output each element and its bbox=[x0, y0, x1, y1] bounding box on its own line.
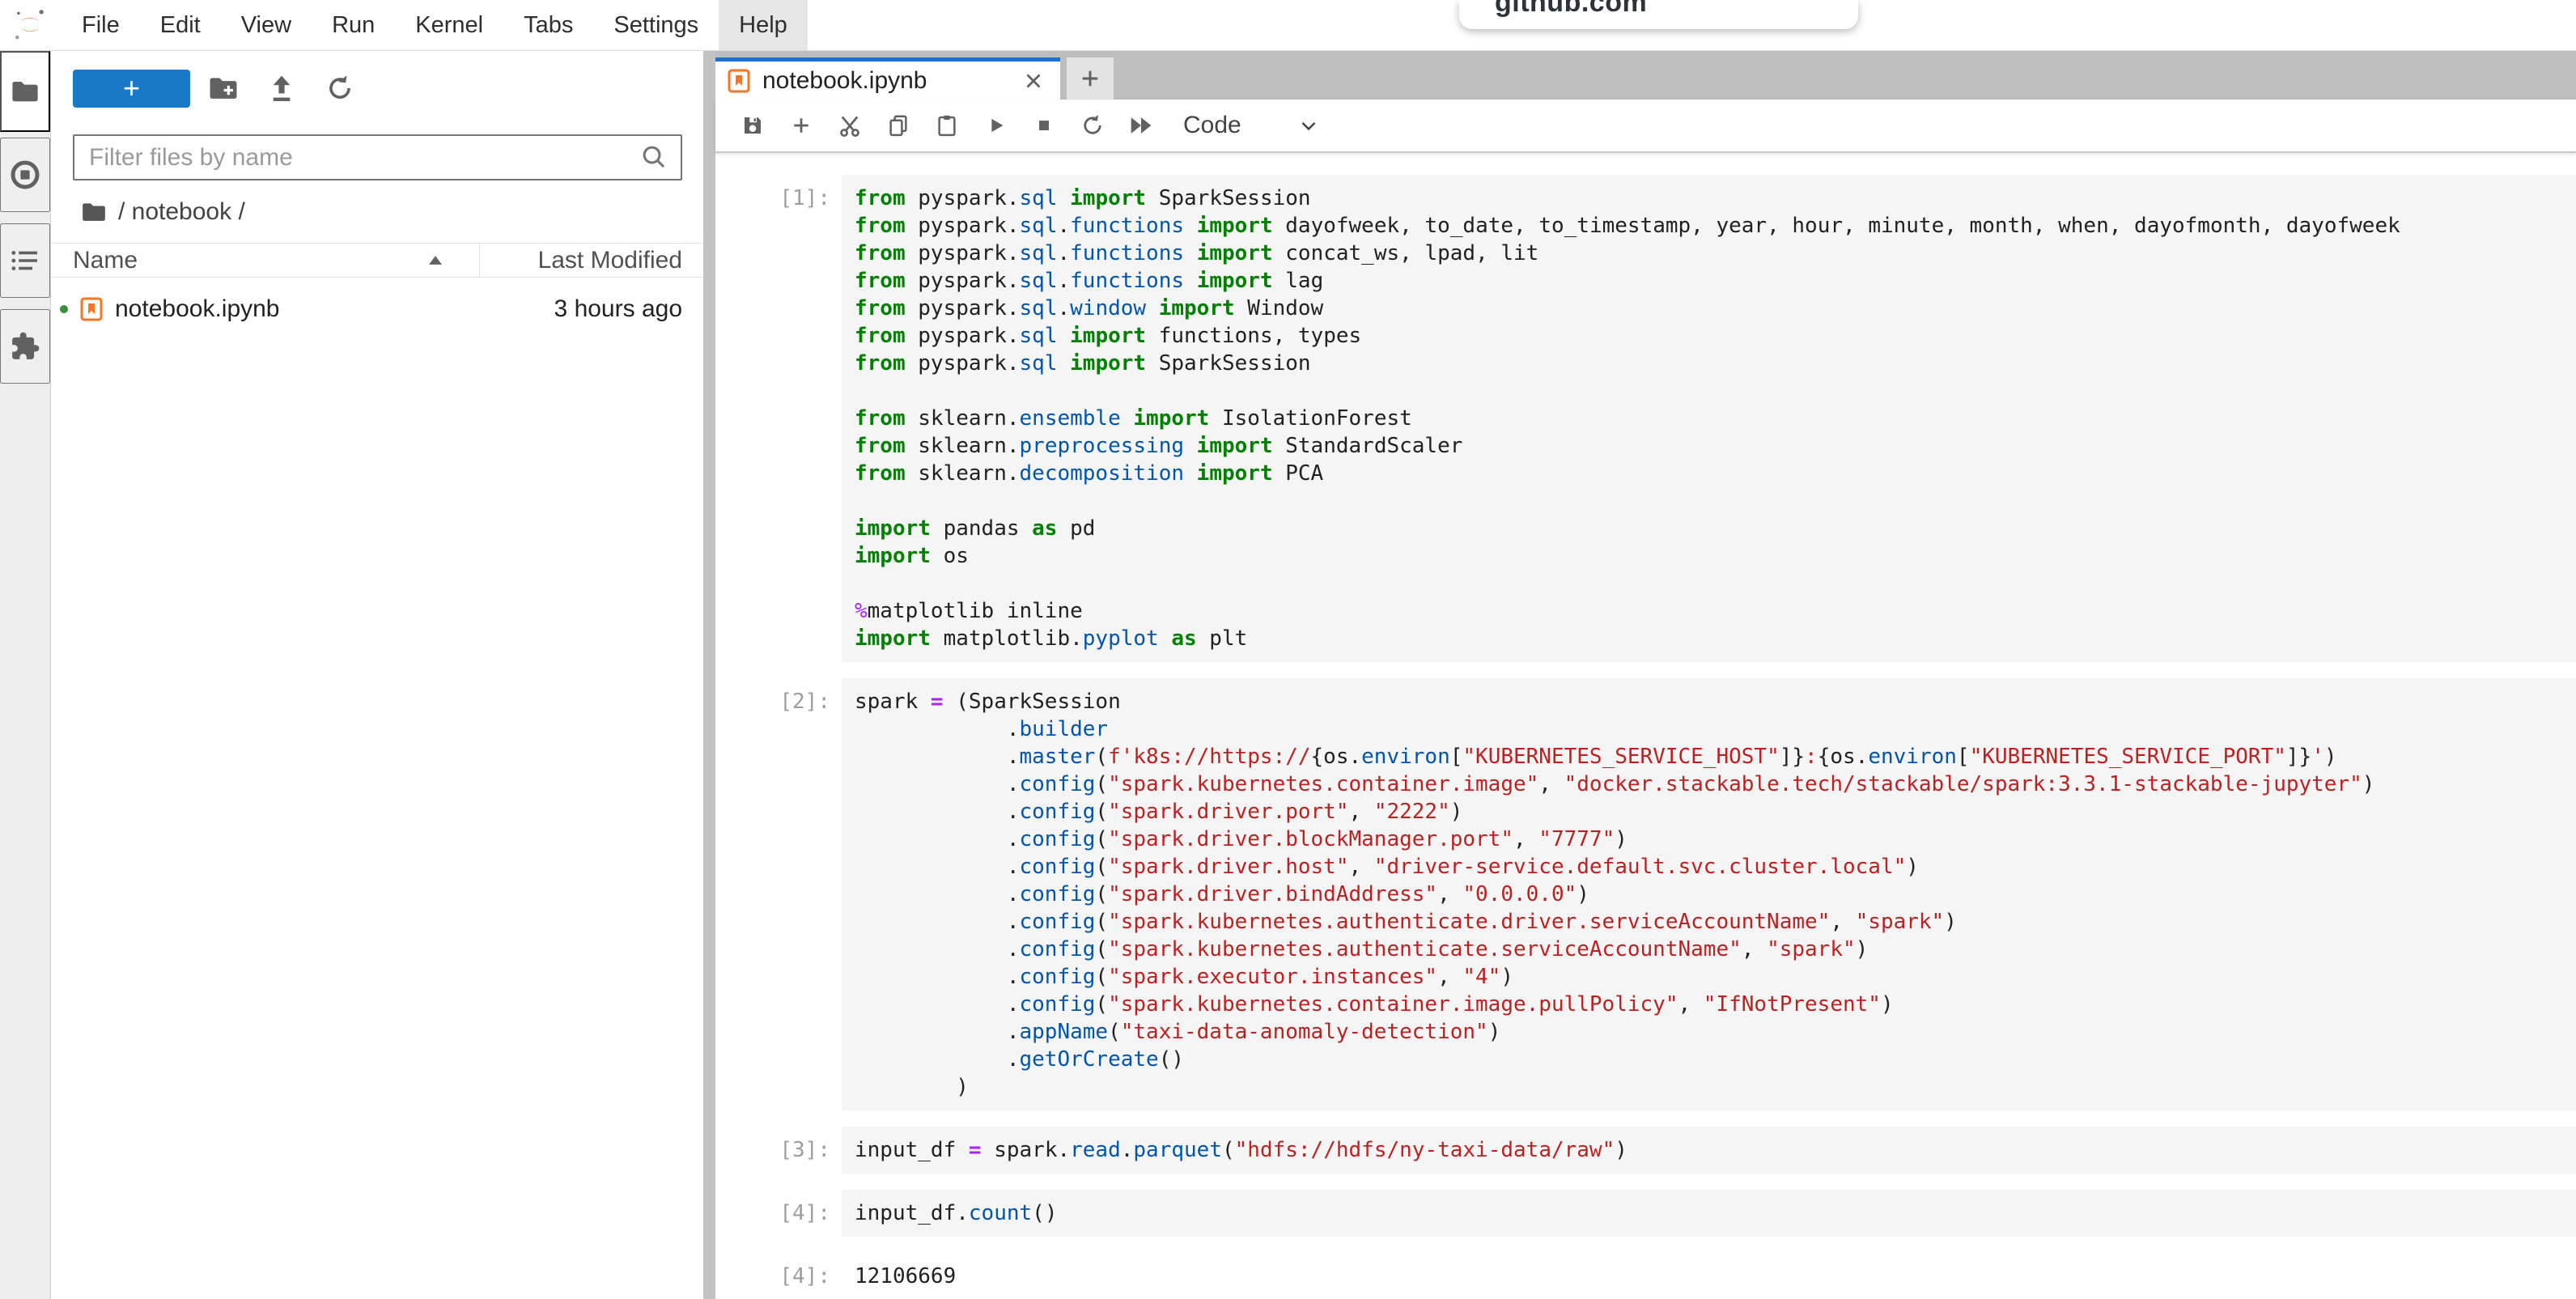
cell-prompt: [4]: bbox=[715, 1190, 842, 1237]
run-all-icon[interactable] bbox=[1117, 103, 1165, 148]
cell-input[interactable]: from pyspark.sql import SparkSessionfrom… bbox=[842, 175, 2576, 662]
menu-help[interactable]: Help bbox=[719, 0, 808, 50]
new-launcher-button[interactable]: + bbox=[73, 70, 190, 108]
paste-icon[interactable] bbox=[923, 103, 971, 148]
upload-icon[interactable] bbox=[257, 66, 307, 111]
filter-files-input[interactable] bbox=[87, 143, 640, 172]
cell-type-value: Code bbox=[1183, 112, 1241, 139]
menu-run[interactable]: Run bbox=[312, 0, 395, 50]
new-tab-plus-icon[interactable] bbox=[1067, 57, 1114, 100]
notebook-tab-icon bbox=[728, 68, 750, 94]
tab-label: notebook.ipynb bbox=[762, 67, 927, 95]
filter-files-box bbox=[73, 134, 682, 180]
site-popup-text: github.com bbox=[1495, 0, 1858, 19]
home-folder-icon[interactable] bbox=[81, 202, 107, 223]
menu-kernel[interactable]: Kernel bbox=[395, 0, 503, 50]
site-popup: github.com bbox=[1459, 0, 1858, 29]
column-header-modified[interactable]: Last Modified bbox=[480, 247, 703, 274]
refresh-icon[interactable] bbox=[315, 66, 365, 111]
breadcrumb[interactable]: / notebook / bbox=[81, 198, 703, 226]
chevron-down-icon bbox=[1296, 113, 1321, 138]
file-listing-header: Name Last Modified bbox=[51, 243, 703, 278]
add-cell-icon[interactable] bbox=[777, 103, 825, 148]
new-folder-icon[interactable] bbox=[198, 66, 248, 111]
menu-settings[interactable]: Settings bbox=[593, 0, 719, 50]
cell-input[interactable]: spark = (SparkSession .builder .master(f… bbox=[842, 678, 2576, 1110]
menu-file[interactable]: File bbox=[62, 0, 140, 50]
running-sessions-icon[interactable] bbox=[0, 138, 50, 212]
menu-edit[interactable]: Edit bbox=[140, 0, 221, 50]
menu-tabs[interactable]: Tabs bbox=[503, 0, 593, 50]
save-icon[interactable] bbox=[728, 103, 777, 148]
code-cell: [3]:input_df = spark.read.parquet("hdfs:… bbox=[715, 1127, 2576, 1174]
close-icon[interactable] bbox=[1021, 69, 1046, 93]
notebook-content: [1]:from pyspark.sql import SparkSession… bbox=[715, 153, 2576, 1299]
tab-notebook[interactable]: notebook.ipynb bbox=[715, 57, 1060, 100]
left-sidebar bbox=[0, 51, 51, 1299]
copy-icon[interactable] bbox=[874, 103, 923, 148]
code-cell: [2]:spark = (SparkSession .builder .mast… bbox=[715, 678, 2576, 1110]
code-cell: [1]:from pyspark.sql import SparkSession… bbox=[715, 175, 2576, 662]
sort-ascending-icon bbox=[429, 256, 442, 265]
table-of-contents-icon[interactable] bbox=[0, 223, 50, 298]
output-cell: [4]:12106669 bbox=[715, 1253, 2576, 1299]
cut-icon[interactable] bbox=[825, 103, 874, 148]
cell-prompt: [4]: bbox=[715, 1253, 842, 1299]
notebook-file-icon bbox=[80, 296, 103, 322]
cell-prompt: [2]: bbox=[715, 678, 842, 1110]
column-header-name[interactable]: Name bbox=[51, 244, 480, 277]
running-indicator-dot bbox=[60, 305, 68, 313]
file-browser-panel: + / notebook / Name bbox=[51, 51, 703, 1299]
file-name: notebook.ipynb bbox=[115, 295, 280, 323]
file-modified: 3 hours ago bbox=[280, 295, 704, 323]
panel-splitter[interactable] bbox=[703, 51, 715, 1299]
restart-icon[interactable] bbox=[1068, 103, 1117, 148]
cell-prompt: [3]: bbox=[715, 1127, 842, 1174]
tab-bar: notebook.ipynb bbox=[715, 51, 2576, 100]
extension-manager-icon[interactable] bbox=[0, 309, 50, 384]
notebook-cells: [1]:from pyspark.sql import SparkSession… bbox=[715, 175, 2576, 1299]
notebook-toolbar: Code bbox=[715, 100, 2576, 153]
run-icon[interactable] bbox=[971, 103, 1020, 148]
cell-output: 12106669 bbox=[842, 1253, 2576, 1299]
dock-panel: notebook.ipynb bbox=[715, 51, 2576, 1299]
search-icon bbox=[640, 143, 669, 172]
column-name-label: Name bbox=[73, 247, 138, 274]
cell-prompt: [1]: bbox=[715, 175, 842, 662]
menu-bar: File Edit View Run Kernel Tabs Settings … bbox=[0, 0, 2576, 51]
cell-type-select[interactable]: Code bbox=[1183, 112, 1321, 139]
stop-icon[interactable] bbox=[1020, 103, 1068, 148]
file-browser-icon[interactable] bbox=[0, 51, 50, 132]
file-browser-toolbar: + bbox=[51, 51, 703, 112]
breadcrumb-path: / notebook / bbox=[118, 198, 245, 226]
file-row[interactable]: notebook.ipynb 3 hours ago bbox=[51, 289, 703, 329]
cell-input[interactable]: input_df.count() bbox=[842, 1190, 2576, 1237]
code-cell: [4]:input_df.count() bbox=[715, 1190, 2576, 1237]
cell-input[interactable]: input_df = spark.read.parquet("hdfs://hd… bbox=[842, 1127, 2576, 1174]
menu-view[interactable]: View bbox=[221, 0, 312, 50]
jupyter-logo-icon bbox=[11, 0, 50, 50]
